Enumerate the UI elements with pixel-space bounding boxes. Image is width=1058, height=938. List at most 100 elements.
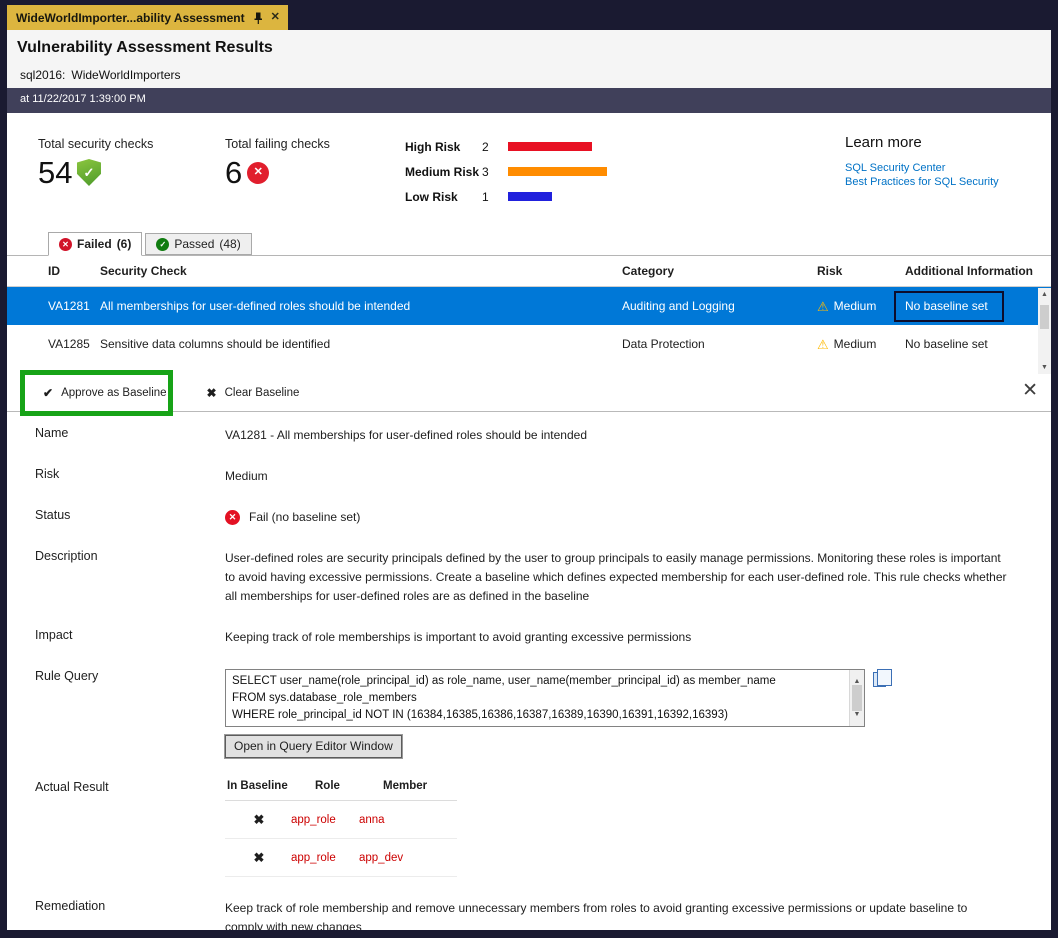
learn-more-title: Learn more bbox=[845, 134, 999, 151]
col-header-additional-information[interactable]: Additional Information bbox=[905, 264, 1051, 278]
baseline-toolbar: ✔ Approve as Baseline ✖ Clear Baseline ✕ bbox=[7, 375, 1051, 412]
risk-legend: High Risk 2 Medium Risk 3 Low Risk 1 bbox=[405, 134, 607, 209]
grid-scrollbar[interactable]: ▲ ▼ bbox=[1038, 288, 1051, 374]
results-tabstrip: ✕ Failed (6) ✓ Passed (48) bbox=[7, 231, 1051, 255]
ar-col-member: Member bbox=[383, 780, 453, 792]
failing-checks-label: Total failing checks bbox=[225, 137, 330, 151]
rule-query-textbox[interactable]: SELECT user_name(role_principal_id) as r… bbox=[225, 669, 865, 727]
rule-query-label: Rule Query bbox=[7, 669, 225, 758]
document-content: Vulnerability Assessment Results sql2016… bbox=[7, 30, 1051, 930]
detail-row-rule-query: Rule Query SELECT user_name(role_princip… bbox=[7, 669, 1051, 758]
copy-query-icon[interactable] bbox=[873, 672, 886, 687]
actual-result-header: In Baseline Role Member bbox=[225, 780, 457, 801]
results-grid: ID Security Check Category Risk Addition… bbox=[7, 255, 1051, 375]
col-header-security-check[interactable]: Security Check bbox=[100, 264, 622, 278]
grid-header-row: ID Security Check Category Risk Addition… bbox=[7, 256, 1051, 287]
database-name: WideWorldImporters bbox=[71, 68, 180, 82]
clear-x-icon: ✖ bbox=[207, 387, 217, 399]
detail-row-remediation: Remediation Keep track of role membershi… bbox=[7, 899, 1051, 930]
remediation-label: Remediation bbox=[7, 899, 225, 930]
details-close-icon[interactable]: ✕ bbox=[1022, 381, 1038, 400]
status-fail-icon: ✕ bbox=[225, 510, 240, 525]
tab-passed[interactable]: ✓ Passed (48) bbox=[145, 233, 251, 255]
failed-tab-icon: ✕ bbox=[59, 238, 72, 251]
tab-failed[interactable]: ✕ Failed (6) bbox=[48, 232, 142, 256]
query-line: SELECT user_name(role_principal_id) as r… bbox=[232, 673, 844, 690]
table-row-va1285[interactable]: VA1285 Sensitive data columns should be … bbox=[7, 325, 1051, 363]
approve-as-baseline-label: Approve as Baseline bbox=[61, 387, 166, 399]
detail-row-impact: Impact Keeping track of role memberships… bbox=[7, 628, 1051, 647]
risk-row-low: Low Risk 1 bbox=[405, 184, 607, 209]
server-name: sql2016: bbox=[20, 68, 65, 82]
server-database-line: sql2016: WideWorldImporters bbox=[20, 68, 1051, 82]
pin-icon[interactable] bbox=[253, 12, 263, 24]
not-in-baseline-icon: ✖ bbox=[225, 812, 291, 828]
query-line: WHERE role_principal_id NOT IN (16384,16… bbox=[232, 707, 844, 724]
ar-col-in-baseline: In Baseline bbox=[225, 780, 315, 792]
document-tab[interactable]: WideWorldImporter...ability Assessment ✕ bbox=[7, 5, 288, 30]
warning-icon: ⚠ bbox=[817, 300, 829, 313]
name-label: Name bbox=[7, 426, 225, 445]
link-best-practices[interactable]: Best Practices for SQL Security bbox=[845, 176, 999, 188]
medium-risk-bar bbox=[508, 167, 607, 176]
failing-checks-stat: Total failing checks 6 ✕ bbox=[225, 137, 330, 188]
shield-check-icon: ✓ bbox=[76, 159, 101, 186]
not-in-baseline-icon: ✖ bbox=[225, 850, 291, 866]
passed-tab-icon: ✓ bbox=[156, 238, 169, 251]
open-in-query-editor-button[interactable]: Open in Query Editor Window bbox=[225, 735, 402, 758]
total-checks-value: 54 bbox=[38, 157, 72, 188]
scrollbar-thumb[interactable] bbox=[1040, 305, 1049, 329]
scroll-up-icon[interactable]: ▲ bbox=[1041, 291, 1048, 298]
status-value: Fail (no baseline set) bbox=[249, 508, 360, 527]
low-risk-count: 1 bbox=[482, 190, 508, 204]
fail-circle-icon: ✕ bbox=[247, 162, 269, 184]
ar-col-role: Role bbox=[315, 780, 383, 792]
clear-baseline-button[interactable]: ✖ Clear Baseline bbox=[207, 387, 300, 399]
status-label: Status bbox=[7, 508, 225, 527]
failing-checks-value: 6 bbox=[225, 157, 242, 188]
failed-tab-count: (6) bbox=[117, 237, 132, 251]
cell-risk: Medium bbox=[834, 299, 877, 313]
cell-security-check: All memberships for user-defined roles s… bbox=[100, 299, 622, 313]
passed-tab-count: (48) bbox=[219, 237, 240, 251]
document-tab-title: WideWorldImporter...ability Assessment bbox=[16, 11, 245, 25]
high-risk-label: High Risk bbox=[405, 140, 482, 154]
cell-additional-info-focused[interactable]: No baseline set bbox=[894, 291, 1004, 322]
description-label: Description bbox=[7, 549, 225, 606]
warning-icon: ⚠ bbox=[817, 338, 829, 351]
detail-row-status: Status ✕ Fail (no baseline set) bbox=[7, 508, 1051, 527]
query-scrollbar[interactable]: ▲ ▼ bbox=[849, 670, 864, 726]
impact-label: Impact bbox=[7, 628, 225, 647]
col-header-risk[interactable]: Risk bbox=[817, 264, 905, 278]
link-sql-security-center[interactable]: SQL Security Center bbox=[845, 162, 999, 174]
passed-tab-label: Passed bbox=[174, 237, 214, 251]
name-value: VA1281 - All memberships for user-define… bbox=[225, 426, 1007, 445]
approve-check-icon: ✔ bbox=[43, 387, 53, 399]
cell-category: Data Protection bbox=[622, 337, 817, 351]
tab-close-icon[interactable]: ✕ bbox=[271, 12, 280, 23]
failed-tab-label: Failed bbox=[77, 237, 112, 251]
cell-security-check: Sensitive data columns should be identif… bbox=[100, 337, 622, 351]
col-header-id[interactable]: ID bbox=[7, 264, 100, 278]
col-header-category[interactable]: Category bbox=[622, 264, 817, 278]
ar-role-value: app_role bbox=[291, 814, 359, 826]
cell-additional-info: No baseline set bbox=[905, 337, 1051, 351]
remediation-value: Keep track of role membership and remove… bbox=[225, 899, 1007, 930]
low-risk-bar bbox=[508, 192, 552, 201]
table-row-va1281[interactable]: VA1281 All memberships for user-defined … bbox=[7, 287, 1051, 325]
approve-as-baseline-button[interactable]: ✔ Approve as Baseline bbox=[43, 387, 167, 399]
summary-section: Total security checks 54 ✓ Total failing… bbox=[7, 113, 1051, 231]
cell-id: VA1281 bbox=[7, 299, 100, 313]
impact-value: Keeping track of role memberships is imp… bbox=[225, 628, 1007, 647]
total-checks-stat: Total security checks 54 ✓ bbox=[38, 137, 153, 188]
scroll-down-icon[interactable]: ▼ bbox=[1041, 364, 1048, 371]
query-line: FROM sys.database_role_members bbox=[232, 690, 844, 707]
risk-row-high: High Risk 2 bbox=[405, 134, 607, 159]
scrollbar-thumb[interactable] bbox=[852, 685, 862, 711]
low-risk-label: Low Risk bbox=[405, 190, 482, 204]
high-risk-bar bbox=[508, 142, 592, 151]
medium-risk-label: Medium Risk bbox=[405, 165, 482, 179]
actual-result-label: Actual Result bbox=[7, 780, 225, 877]
risk-label: Risk bbox=[7, 467, 225, 486]
cell-id: VA1285 bbox=[7, 337, 100, 351]
